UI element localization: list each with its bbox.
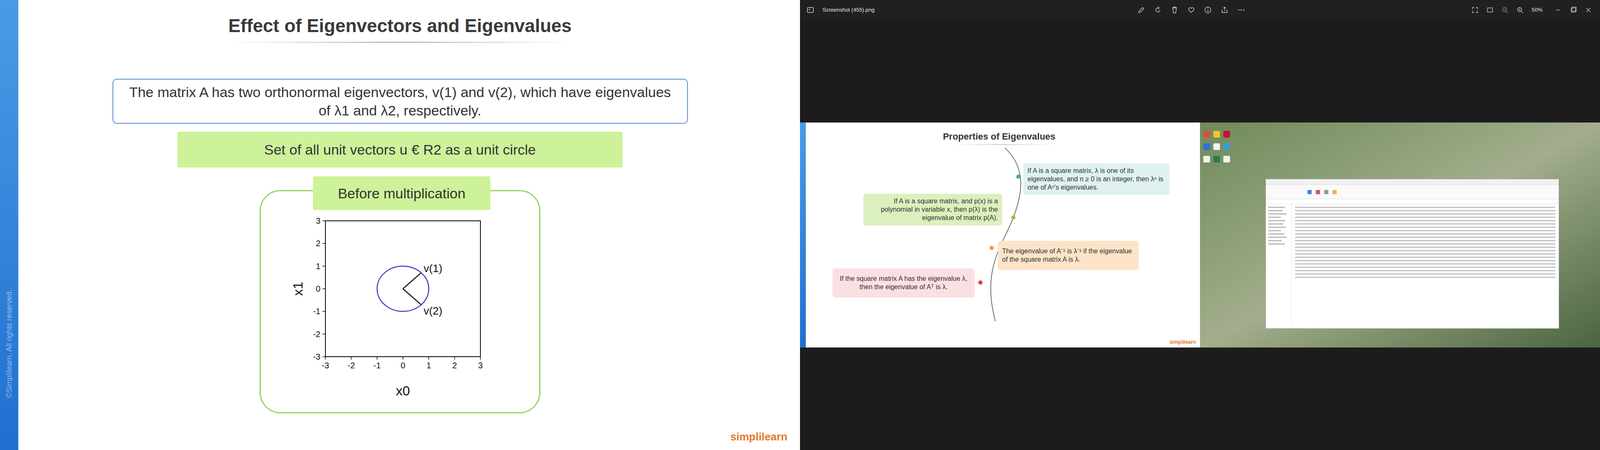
x-axis-label: x0 [395, 383, 410, 399]
logo: simplilearn [730, 430, 788, 443]
slide: ©Simplilearn. All rights reserved. Effec… [0, 0, 800, 450]
property-note: If A is a square matrix, λ is one of its… [1023, 163, 1170, 195]
card-title: Before multiplication [337, 184, 466, 203]
y-axis-label: x1 [290, 281, 306, 296]
inner-slide-strip [800, 122, 806, 348]
statement-text: The matrix A has two orthonormal eigenve… [126, 82, 674, 120]
slide-content: Effect of Eigenvectors and Eigenvalues T… [18, 0, 800, 450]
shortcut-icon[interactable] [1223, 130, 1230, 138]
viewer-title-bar: Screenshot (455).png 50% [800, 0, 1600, 20]
delete-icon[interactable] [1170, 6, 1179, 14]
shortcut-icon[interactable] [1213, 155, 1220, 163]
chart-card: Before multiplication -3-2-101233210-1-2… [259, 190, 541, 414]
edit-icon[interactable] [1137, 6, 1145, 14]
x-tick-label: 0 [400, 360, 405, 370]
y-tick-label: 1 [315, 261, 321, 271]
property-note-text: If A is a square matrix, λ is one of its… [1027, 166, 1166, 192]
shortcut-icon[interactable] [1223, 155, 1230, 163]
close-icon[interactable] [1585, 6, 1592, 14]
card-title-tab: Before multiplication [312, 176, 491, 210]
timeline-curve [805, 122, 1200, 348]
photo-viewer-window: Screenshot (455).png 50% [800, 0, 1600, 450]
shortcut-icon[interactable] [1203, 155, 1210, 163]
property-note-text: The eigenvalue of A⁻¹ is λ⁻¹ if the eige… [1002, 247, 1135, 264]
rotate-icon[interactable] [1154, 6, 1162, 14]
explorer-sidebar [1265, 204, 1292, 329]
property-note: If the square matrix A has the eigenvalu… [832, 268, 975, 298]
subtitle-box: Set of all unit vectors u € R2 as a unit… [177, 131, 623, 168]
displayed-image: Properties of Eigenvalues simplilearn If… [800, 122, 1600, 348]
slide-side-strip: ©Simplilearn. All rights reserved. [0, 0, 19, 450]
x-tick-label: -3 [321, 360, 330, 370]
eigenvector-line [402, 272, 422, 289]
zoom-in-icon[interactable] [1516, 6, 1524, 14]
statement-box: The matrix A has two orthonormal eigenve… [112, 78, 688, 124]
shortcut-icon[interactable] [1223, 143, 1230, 150]
favorite-icon[interactable] [1187, 6, 1195, 14]
x-tick-label: 1 [426, 360, 431, 370]
viewer-toolbar [1137, 6, 1245, 14]
desktop-shortcuts [1203, 130, 1230, 163]
shortcut-icon[interactable] [1203, 130, 1210, 138]
zoom-level[interactable]: 50% [1531, 5, 1547, 15]
inner-slide-canvas: Properties of Eigenvalues simplilearn If… [805, 122, 1200, 348]
info-icon[interactable] [1204, 6, 1212, 14]
x-tick-label: 3 [477, 360, 483, 370]
timeline-dot [1016, 174, 1021, 179]
inner-title-underline [952, 144, 1053, 145]
explorer-title-bar [1265, 179, 1559, 185]
y-tick-label: -1 [312, 306, 321, 316]
x-tick-label: -1 [373, 360, 381, 370]
unit-circle [377, 266, 429, 312]
y-tick-label: -2 [312, 329, 321, 339]
property-note-text: If the square matrix A has the eigenvalu… [836, 274, 971, 292]
x-tick-label: 2 [452, 360, 457, 370]
inner-slide-title: Properties of Eigenvalues [942, 130, 1056, 143]
eigenvector-label: v(2) [423, 304, 443, 318]
fit-icon[interactable] [1486, 6, 1494, 14]
y-tick-label: 0 [315, 284, 321, 294]
property-note: The eigenvalue of A⁻¹ is λ⁻¹ if the eige… [997, 240, 1139, 270]
explorer-file-list [1291, 204, 1559, 329]
plot-area [325, 220, 481, 357]
more-icon[interactable] [1237, 6, 1245, 14]
app-icon [806, 6, 815, 14]
file-name: Screenshot (455).png [822, 5, 875, 15]
explorer-ribbon [1265, 185, 1559, 200]
property-note: If A is a square matrix, and p(x) is a p… [863, 193, 1003, 226]
explorer-address-bar [1265, 199, 1559, 205]
eigenvector-line [402, 288, 422, 305]
subtitle-text: Set of all unit vectors u € R2 as a unit… [264, 140, 536, 159]
maximize-icon[interactable] [1570, 6, 1577, 14]
x-tick-label: -2 [347, 360, 355, 370]
zoom-out-icon[interactable] [1501, 6, 1509, 14]
y-tick-label: -3 [312, 352, 321, 362]
unit-circle-chart: -3 -2 -1 0 1 2 3 3 2 1 0 -1 -2 -3 v(1) v(2) x0 x1 [260, 191, 540, 413]
fullscreen-icon[interactable] [1471, 6, 1479, 14]
watermark: ©Simplilearn. All rights reserved. [3, 289, 15, 398]
y-tick-label: 3 [315, 216, 321, 226]
shortcut-icon[interactable] [1213, 143, 1220, 150]
eigenvector-label: v(1) [423, 262, 443, 275]
property-note-text: If A is a square matrix, and p(x) is a p… [867, 197, 998, 223]
viewer-canvas: Properties of Eigenvalues simplilearn If… [800, 20, 1600, 450]
minimize-icon[interactable] [1555, 6, 1562, 14]
timeline-dot [978, 280, 983, 285]
viewer-right-controls: 50% [1471, 5, 1600, 15]
timeline-dot [989, 245, 994, 250]
title-underline [229, 41, 571, 43]
desktop-screenshot [1200, 122, 1600, 348]
y-tick-label: 2 [315, 238, 321, 248]
file-explorer-window [1265, 178, 1560, 329]
shortcut-icon[interactable] [1213, 130, 1220, 138]
slide-title: Effect of Eigenvectors and Eigenvalues [228, 14, 572, 38]
timeline-dot [1011, 215, 1016, 220]
share-icon[interactable] [1220, 6, 1229, 14]
inner-logo: simplilearn [1169, 338, 1196, 346]
inner-slide: Properties of Eigenvalues simplilearn If… [800, 122, 1200, 348]
shortcut-icon[interactable] [1203, 143, 1210, 150]
